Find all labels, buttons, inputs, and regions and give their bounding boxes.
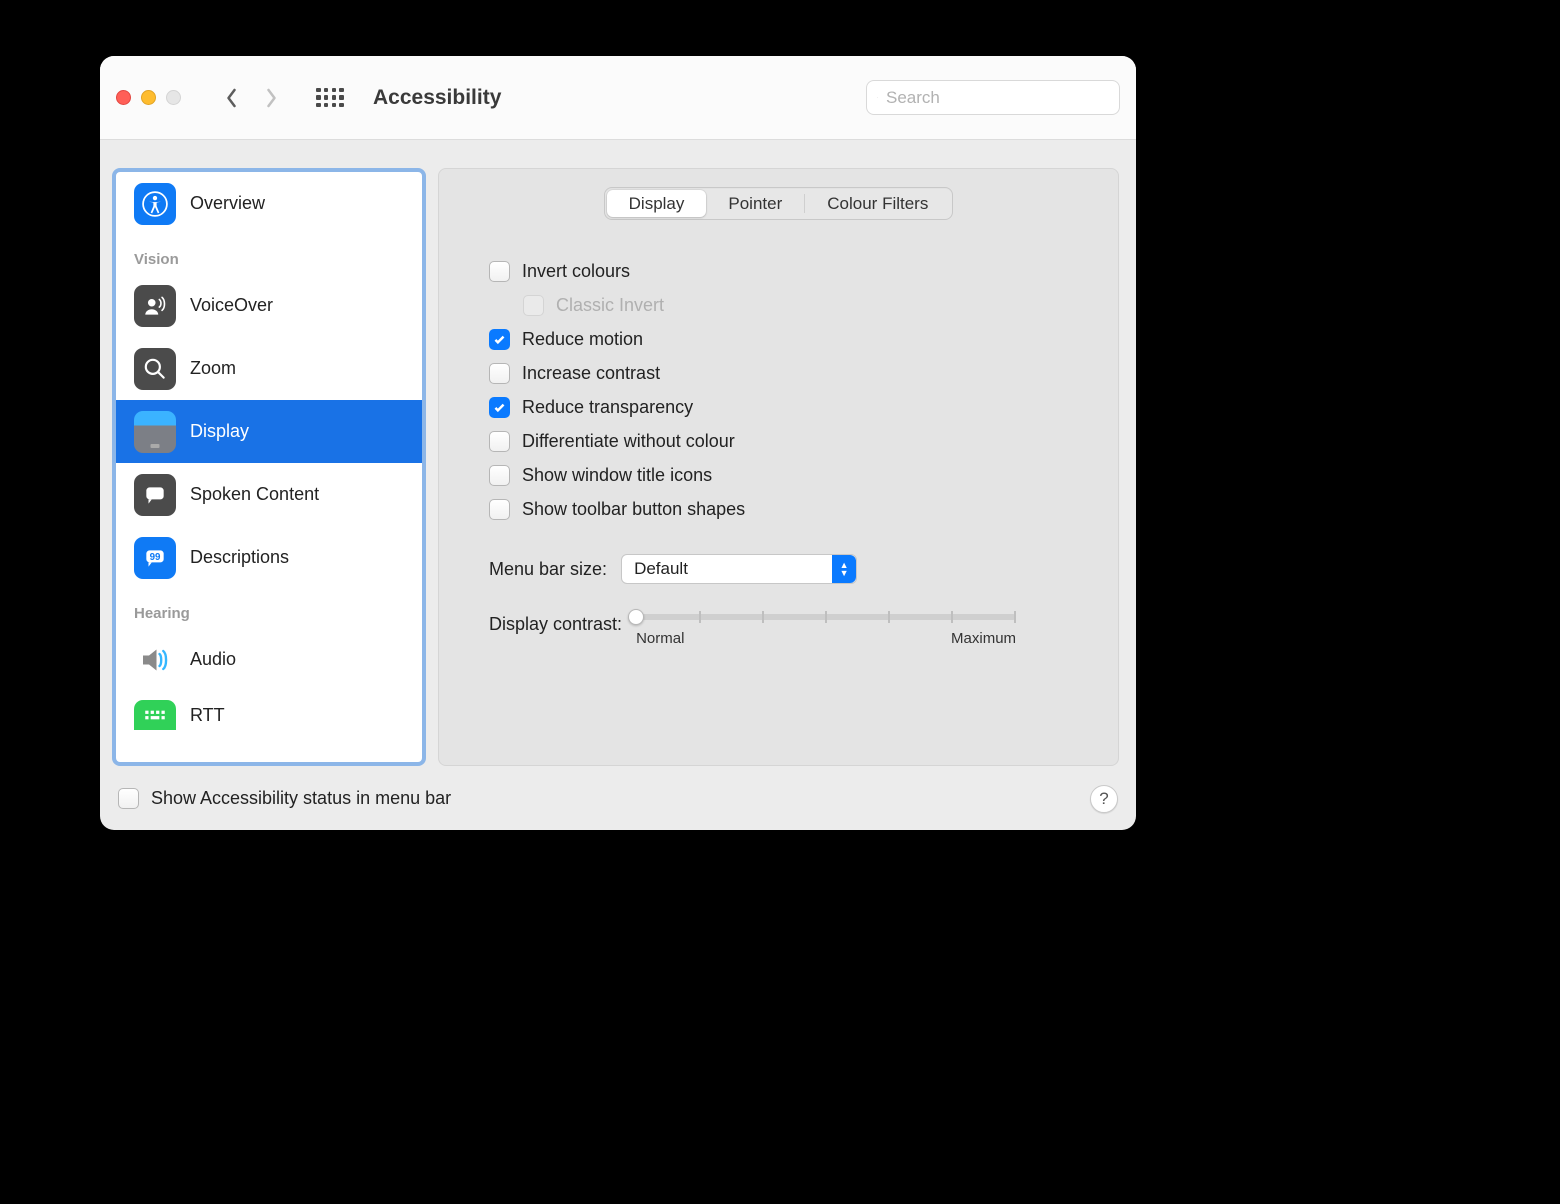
select-value: Default bbox=[634, 559, 688, 579]
window-title: Accessibility bbox=[373, 86, 501, 110]
sidebar-section-vision: Vision bbox=[116, 235, 422, 274]
descriptions-icon: 99 bbox=[134, 537, 176, 579]
voiceover-icon bbox=[134, 285, 176, 327]
display-icon bbox=[134, 411, 176, 453]
sidebar: Overview Vision VoiceOver Zoom bbox=[112, 168, 426, 766]
option-increase-contrast[interactable]: Increase contrast bbox=[489, 356, 1090, 390]
option-classic-invert: Classic Invert bbox=[489, 288, 1090, 322]
sidebar-section-hearing: Hearing bbox=[116, 589, 422, 628]
option-label: Invert colours bbox=[522, 261, 630, 282]
display-contrast-slider[interactable] bbox=[636, 614, 1016, 620]
checkbox[interactable] bbox=[489, 431, 510, 452]
tab-pointer[interactable]: Pointer bbox=[706, 190, 804, 217]
option-differentiate-without-colour[interactable]: Differentiate without colour bbox=[489, 424, 1090, 458]
search-input[interactable] bbox=[884, 87, 1109, 109]
sidebar-item-label: Descriptions bbox=[190, 547, 289, 568]
close-button[interactable] bbox=[116, 90, 131, 105]
audio-icon bbox=[134, 639, 176, 681]
slider-min-label: Normal bbox=[636, 630, 684, 647]
zoom-icon bbox=[134, 348, 176, 390]
sidebar-item-label: Zoom bbox=[190, 358, 236, 379]
option-label: Show toolbar button shapes bbox=[522, 499, 745, 520]
sidebar-item-overview[interactable]: Overview bbox=[116, 172, 422, 235]
titlebar: Accessibility bbox=[100, 56, 1136, 140]
checkbox bbox=[523, 295, 544, 316]
status-menu-bar-label: Show Accessibility status in menu bar bbox=[151, 788, 451, 809]
spoken-content-icon bbox=[134, 474, 176, 516]
slider-max-label: Maximum bbox=[951, 630, 1016, 647]
sidebar-item-label: RTT bbox=[190, 705, 225, 726]
option-label: Reduce transparency bbox=[522, 397, 693, 418]
help-button[interactable]: ? bbox=[1090, 785, 1118, 813]
search-field[interactable] bbox=[866, 80, 1120, 115]
option-show-toolbar-button-shapes[interactable]: Show toolbar button shapes bbox=[489, 492, 1090, 526]
checkbox[interactable] bbox=[489, 397, 510, 418]
preferences-window: Accessibility Overview Vision bbox=[100, 56, 1136, 830]
sidebar-item-label: VoiceOver bbox=[190, 295, 273, 316]
checkbox[interactable] bbox=[489, 499, 510, 520]
body: Overview Vision VoiceOver Zoom bbox=[100, 140, 1136, 766]
minimize-button[interactable] bbox=[141, 90, 156, 105]
option-invert-colours[interactable]: Invert colours bbox=[489, 254, 1090, 288]
menubar-size-row: Menu bar size: Default ▲▼ bbox=[467, 554, 1090, 584]
sidebar-item-spoken-content[interactable]: Spoken Content bbox=[116, 463, 422, 526]
option-show-window-title-icons[interactable]: Show window title icons bbox=[489, 458, 1090, 492]
sidebar-item-display[interactable]: Display bbox=[116, 400, 422, 463]
sidebar-item-label: Spoken Content bbox=[190, 484, 319, 505]
footer: Show Accessibility status in menu bar ? bbox=[100, 766, 1136, 830]
show-all-button[interactable] bbox=[313, 84, 347, 112]
sidebar-item-zoom[interactable]: Zoom bbox=[116, 337, 422, 400]
tab-bar: Display Pointer Colour Filters bbox=[604, 187, 954, 220]
traffic-lights bbox=[116, 90, 181, 105]
status-menu-bar-checkbox[interactable] bbox=[118, 788, 139, 809]
sidebar-item-label: Display bbox=[190, 421, 249, 442]
menubar-size-select[interactable]: Default ▲▼ bbox=[621, 554, 857, 584]
option-reduce-motion[interactable]: Reduce motion bbox=[489, 322, 1090, 356]
search-icon bbox=[877, 89, 878, 106]
sidebar-item-label: Audio bbox=[190, 649, 236, 670]
main-panel: Display Pointer Colour Filters Invert co… bbox=[438, 168, 1119, 766]
forward-button[interactable] bbox=[255, 84, 287, 112]
checkbox[interactable] bbox=[489, 363, 510, 384]
svg-text:99: 99 bbox=[150, 552, 161, 563]
sidebar-item-voiceover[interactable]: VoiceOver bbox=[116, 274, 422, 337]
checkbox[interactable] bbox=[489, 261, 510, 282]
option-reduce-transparency[interactable]: Reduce transparency bbox=[489, 390, 1090, 424]
option-label: Increase contrast bbox=[522, 363, 660, 384]
option-label: Reduce motion bbox=[522, 329, 643, 350]
sidebar-item-audio[interactable]: Audio bbox=[116, 628, 422, 691]
option-label: Differentiate without colour bbox=[522, 431, 735, 452]
sidebar-item-label: Overview bbox=[190, 193, 265, 214]
menubar-size-label: Menu bar size: bbox=[489, 559, 607, 580]
display-contrast-row: Display contrast: Normal Maximum bbox=[467, 614, 1090, 647]
checkbox[interactable] bbox=[489, 465, 510, 486]
select-stepper-icon: ▲▼ bbox=[832, 555, 856, 583]
accessibility-icon bbox=[134, 183, 176, 225]
slider-thumb[interactable] bbox=[628, 609, 644, 625]
sidebar-item-descriptions[interactable]: 99 Descriptions bbox=[116, 526, 422, 589]
sidebar-item-rtt[interactable]: RTT bbox=[116, 691, 422, 739]
display-contrast-label: Display contrast: bbox=[489, 614, 622, 635]
tab-colour-filters[interactable]: Colour Filters bbox=[805, 190, 950, 217]
tab-display[interactable]: Display bbox=[607, 190, 707, 217]
option-label: Show window title icons bbox=[522, 465, 712, 486]
option-label: Classic Invert bbox=[556, 295, 664, 316]
checkbox[interactable] bbox=[489, 329, 510, 350]
options-list: Invert colours Classic Invert Reduce mot… bbox=[467, 254, 1090, 526]
maximize-button[interactable] bbox=[166, 90, 181, 105]
rtt-icon bbox=[134, 700, 176, 730]
back-button[interactable] bbox=[215, 84, 247, 112]
